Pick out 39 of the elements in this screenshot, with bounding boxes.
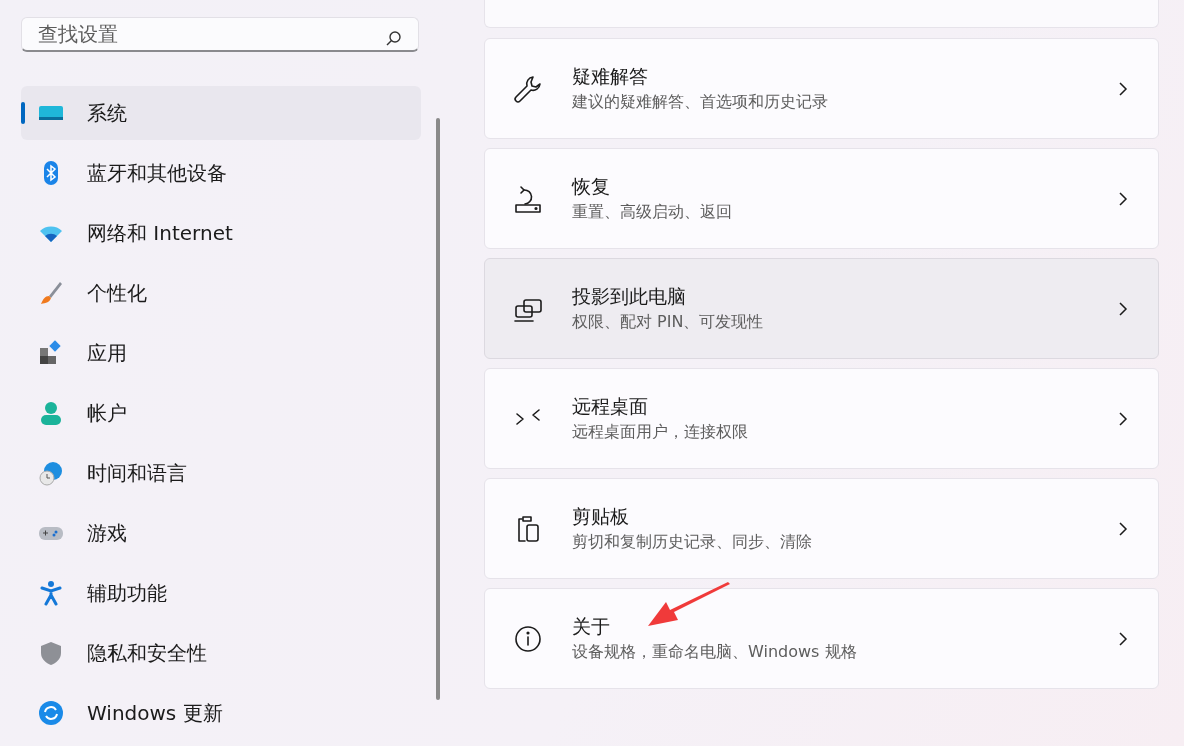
nav-item[interactable]: 时间和语言 [21,446,421,500]
card-subtitle: 设备规格，重命名电脑、Windows 规格 [572,642,858,663]
time-icon [38,460,64,486]
search-icon[interactable] [385,30,403,48]
selection-indicator [21,102,25,124]
nav-item[interactable]: 蓝牙和其他设备 [21,146,421,200]
settings-card[interactable]: 关于 设备规格，重命名电脑、Windows 规格 [484,588,1159,689]
card-title: 投影到此电脑 [572,284,687,309]
update-icon [38,700,64,726]
card-title: 远程桌面 [572,394,649,419]
card-subtitle: 建议的疑难解答、首选项和历史记录 [572,92,829,113]
nav-item[interactable]: 帐户 [21,386,421,440]
card-title: 关于 [572,614,611,639]
card-title: 疑难解答 [572,64,649,89]
settings-card[interactable]: 远程桌面 远程桌面用户，连接权限 [484,368,1159,469]
card-subtitle: 重置、高级启动、返回 [572,202,733,223]
nav-item[interactable]: 隐私和安全性 [21,626,421,680]
nav-item[interactable]: 辅助功能 [21,566,421,620]
nav-item[interactable]: 个性化 [21,266,421,320]
card-subtitle: 剪切和复制历史记录、同步、清除 [572,532,813,553]
nav-item[interactable]: Windows 更新 [21,686,421,740]
nav-item[interactable]: 系统 [21,86,421,140]
settings-card[interactable]: 投影到此电脑 权限、配对 PIN、可发现性 [484,258,1159,359]
card-title: 恢复 [572,174,611,199]
nav-item[interactable]: 应用 [21,326,421,380]
settings-card[interactable]: 剪贴板 剪切和复制历史记录、同步、清除 [484,478,1159,579]
privacy-icon [38,640,64,666]
card-title: 剪贴板 [572,504,630,529]
accessibility-icon [38,580,64,606]
card-subtitle: 权限、配对 PIN、可发现性 [572,312,765,333]
settings-card[interactable]: 恢复 重置、高级启动、返回 [484,148,1159,249]
nav-item[interactable]: 游戏 [21,506,421,560]
account-icon [38,400,64,426]
nav-item[interactable]: 网络和 Internet [21,206,421,260]
brush-icon [38,280,64,306]
scrollbar[interactable] [436,118,440,700]
settings-card[interactable]: 疑难解答 建议的疑难解答、首选项和历史记录 [484,38,1159,139]
card-subtitle: 远程桌面用户，连接权限 [572,422,749,443]
search-field[interactable]: 查找设置 [21,17,419,52]
